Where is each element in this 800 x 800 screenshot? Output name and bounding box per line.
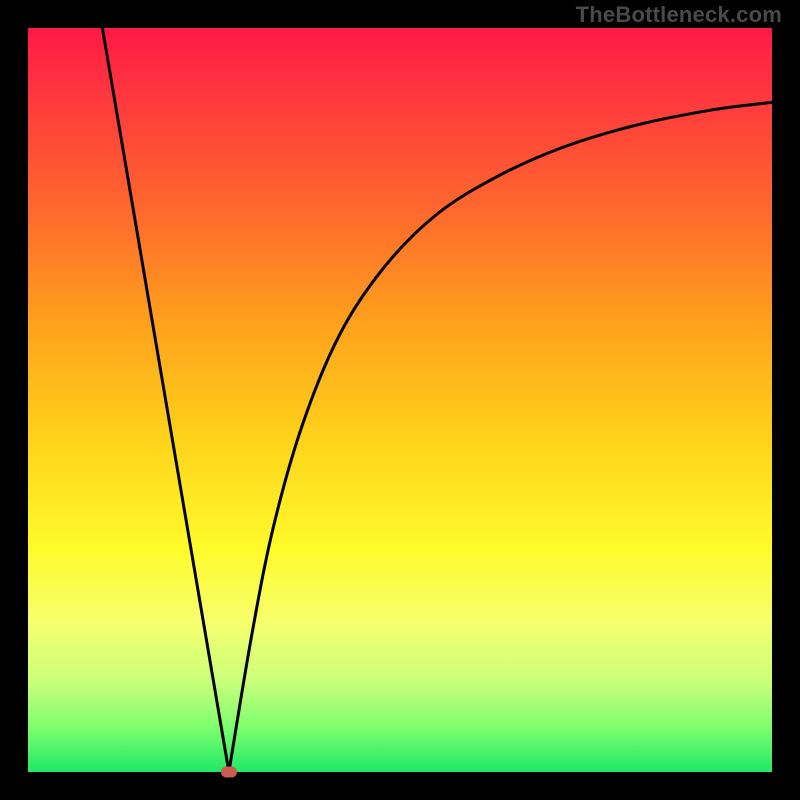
chart-frame: TheBottleneck.com [0, 0, 800, 800]
minimum-marker [221, 767, 237, 778]
plot-area [28, 28, 772, 772]
watermark-text: TheBottleneck.com [576, 2, 782, 28]
curve-right-arm [229, 102, 772, 772]
bottleneck-curve [28, 28, 772, 772]
curve-left-arm [102, 28, 228, 772]
